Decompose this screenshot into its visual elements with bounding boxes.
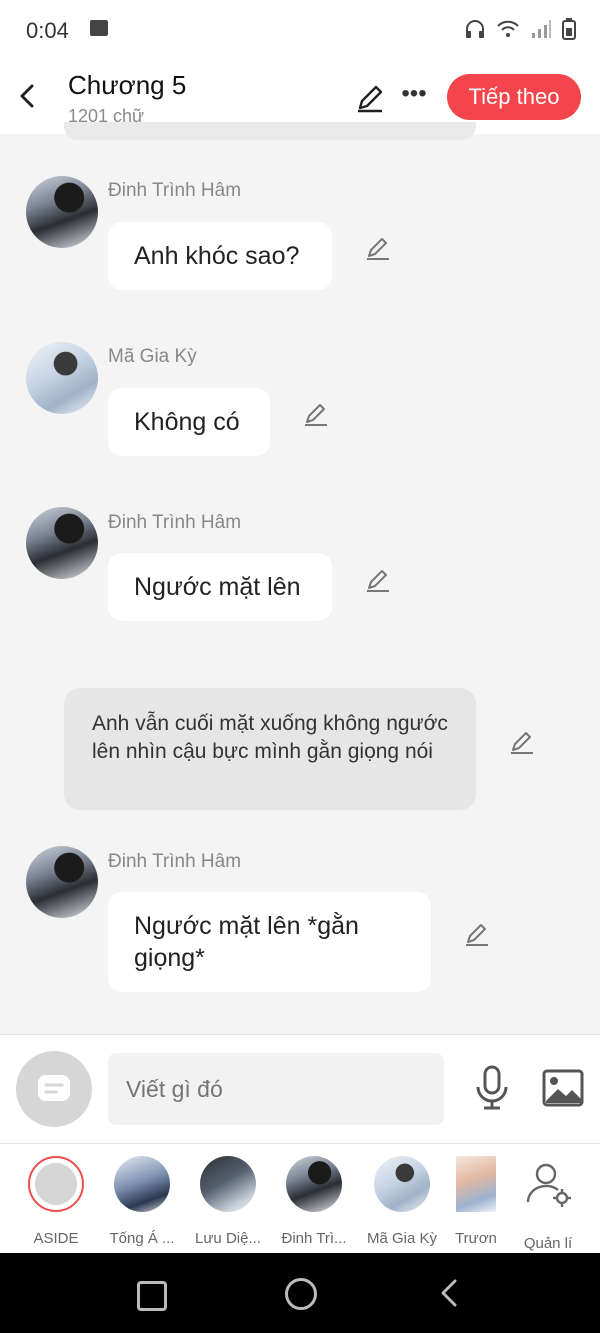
edit-message-icon[interactable] [302,400,330,428]
character-avatar [374,1156,430,1212]
back-arrow-icon[interactable] [14,78,42,114]
message-input[interactable] [108,1053,444,1125]
character-item[interactable]: Tống Á ... [102,1156,182,1247]
sender-name: Mã Gia Kỳ [108,346,197,367]
message-bubble[interactable]: Không có [108,388,270,456]
character-avatar [200,1156,256,1212]
signal-icon [532,20,551,38]
character-label: Quản lí [523,1235,573,1252]
avatar[interactable] [26,176,98,248]
chat-bubble-icon [38,1075,70,1101]
sender-name: Đinh Trình Hâm [108,851,242,872]
chapter-title: Chương 5 [68,70,187,100]
battery-icon [562,18,576,40]
previous-narration-edge [64,122,476,140]
home-icon[interactable] [285,1278,317,1310]
character-label: Đinh Trì... [281,1230,347,1247]
character-item[interactable]: Lưu Diệ... [188,1156,268,1247]
character-selector: ASIDE Tống Á ... Lưu Diệ... Đinh Trì... … [0,1143,600,1254]
character-label: Lưu Diệ... [195,1230,261,1247]
manage-characters[interactable]: Quản lí [508,1156,588,1252]
character-label: Trươn [455,1230,497,1247]
message-composer [0,1034,600,1143]
more-options-icon[interactable]: ••• [400,82,428,114]
system-nav-bar [0,1253,600,1333]
message-bubble[interactable]: Ngước mặt lên *gằn giọng* [108,892,431,992]
wifi-icon [497,20,519,37]
character-avatar [456,1156,496,1212]
edit-message-icon[interactable] [463,920,491,948]
character-label: Tống Á ... [109,1230,175,1247]
gallery-notification-icon [90,20,108,36]
avatar[interactable] [26,507,98,579]
manage-user-gear-icon [526,1163,571,1207]
edit-narration-icon[interactable] [508,728,536,756]
status-icons [464,18,576,40]
message-bubble[interactable]: Ngước mặt lên [108,553,332,621]
character-avatar [286,1156,342,1212]
next-chapter-button[interactable]: Tiếp theo [447,74,581,120]
aside-toggle-button[interactable] [16,1051,92,1127]
character-label: Mã Gia Kỳ [366,1230,438,1247]
edit-message-icon[interactable] [364,234,392,262]
recents-icon[interactable] [137,1281,167,1311]
edit-message-icon[interactable] [364,566,392,594]
image-icon[interactable] [542,1069,584,1107]
microphone-icon[interactable] [474,1065,510,1111]
character-item[interactable]: Trươn [446,1156,506,1247]
narration-bubble[interactable]: Anh vẫn cuối mặt xuống không ngước lên n… [64,688,476,810]
message-bubble[interactable]: Anh khóc sao? [108,222,332,290]
aside-avatar [28,1156,84,1212]
edit-pencil-icon[interactable] [354,82,386,114]
back-icon[interactable] [440,1279,458,1307]
character-avatar [114,1156,170,1212]
sender-name: Đinh Trình Hâm [108,180,242,201]
headphones-icon [466,20,484,38]
status-time: 0:04 [26,18,69,43]
sender-name: Đinh Trình Hâm [108,512,242,533]
status-bar: 0:04 [0,0,600,60]
character-item[interactable]: Đinh Trì... [274,1156,354,1247]
character-aside[interactable]: ASIDE [16,1156,96,1247]
character-label: ASIDE [33,1230,79,1247]
character-item[interactable]: Mã Gia Kỳ [362,1156,442,1247]
avatar[interactable] [26,342,98,414]
avatar[interactable] [26,846,98,918]
